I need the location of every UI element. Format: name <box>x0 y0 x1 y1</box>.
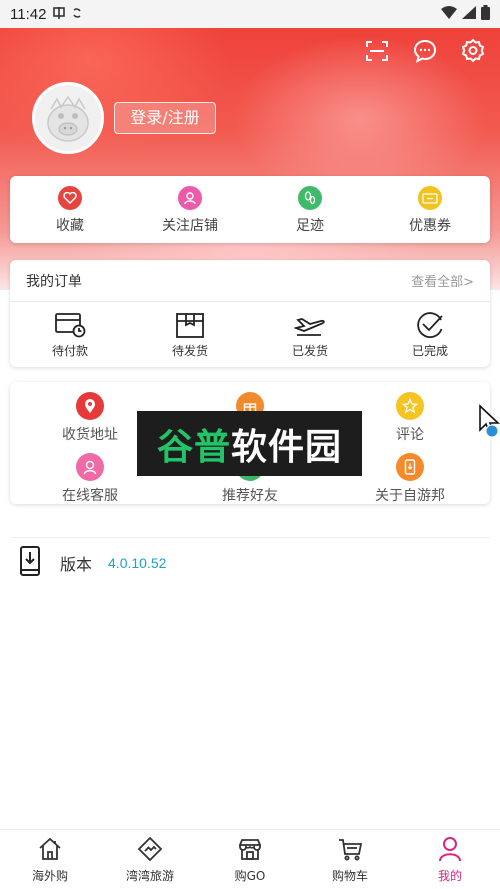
divider <box>10 537 490 538</box>
settings-icon[interactable] <box>460 38 486 64</box>
order-shipped[interactable]: 已发货 <box>250 302 370 366</box>
version-row[interactable]: 版本 4.0.10.52 <box>18 546 166 580</box>
nav-item-cart[interactable]: 购物车 <box>300 830 400 889</box>
download-phone-icon <box>18 545 42 581</box>
sync-icon <box>72 7 82 22</box>
customer-service-icon <box>76 453 104 481</box>
order-pending-shipment[interactable]: 待发货 <box>130 302 250 366</box>
scan-icon[interactable] <box>364 38 390 64</box>
quick-link-label: 关注店铺 <box>162 218 218 234</box>
service-label: 推荐好友 <box>222 488 278 504</box>
order-label: 已完成 <box>411 344 448 358</box>
view-all-orders-link[interactable]: 查看全部> <box>411 271 474 290</box>
mouse-cursor-icon <box>478 404 500 440</box>
message-icon[interactable] <box>412 38 438 64</box>
carrier-icon <box>52 6 66 23</box>
footprint-icon <box>298 186 322 210</box>
nav-label: 海外购 <box>31 869 68 883</box>
order-status-row: 待付款 待发货 已发货 已完成 <box>10 302 490 366</box>
nav-item-mine[interactable]: 我的 <box>400 830 500 889</box>
version-value: 4.0.10.52 <box>108 555 167 571</box>
nav-item-bay-travel[interactable]: 湾湾旅游 <box>100 830 200 889</box>
quick-link-footprints[interactable]: 足迹 <box>250 176 370 243</box>
service-label: 评论 <box>396 427 424 443</box>
order-label: 已发货 <box>291 344 328 358</box>
status-right-icons <box>441 4 490 24</box>
service-label: 在线客服 <box>62 488 118 504</box>
star-icon <box>396 392 424 420</box>
coupon-icon <box>418 186 442 210</box>
profile-icon <box>436 835 464 863</box>
version-label: 版本 <box>60 555 93 574</box>
quick-link-coupons[interactable]: 优惠券 <box>370 176 490 243</box>
phone-info-icon <box>396 453 424 481</box>
diamond-map-icon <box>136 835 164 863</box>
order-label: 待付款 <box>51 344 88 358</box>
location-icon <box>76 392 104 420</box>
nav-item-buy-go[interactable]: 购GO <box>200 830 300 889</box>
order-completed[interactable]: 已完成 <box>370 302 490 366</box>
avatar[interactable] <box>32 82 104 154</box>
quick-link-label: 收藏 <box>56 218 84 234</box>
store-icon <box>236 835 264 863</box>
watermark-text-white: 软件园 <box>231 426 343 468</box>
nav-label: 购物车 <box>331 869 368 883</box>
service-label: 收货地址 <box>62 427 118 443</box>
battery-icon <box>481 4 490 24</box>
signal-icon <box>462 5 476 23</box>
nav-label: 购GO <box>234 869 266 883</box>
quick-links-card: 收藏 关注店铺 足迹 优惠券 <box>10 176 490 243</box>
bottom-navigation: 海外购 湾湾旅游 购GO 购物车 我的 <box>0 829 500 889</box>
profile-page: 11:42 登录/注册 收藏 关注店铺 足迹 优惠券 我的订单 查看全部> 待付… <box>0 0 500 889</box>
service-label: 关于自游邦 <box>375 488 445 504</box>
cart-icon <box>336 835 364 863</box>
check-circle-icon <box>414 311 446 339</box>
wifi-icon <box>441 5 457 23</box>
plane-icon <box>292 311 326 339</box>
nav-item-overseas-shopping[interactable]: 海外购 <box>0 830 100 889</box>
quick-link-label: 优惠券 <box>409 218 451 234</box>
user-follow-icon <box>178 186 202 210</box>
watermark-banner: 谷普 软件园 <box>137 411 362 476</box>
quick-link-followed-shops[interactable]: 关注店铺 <box>130 176 250 243</box>
order-label: 待发货 <box>171 344 208 358</box>
nav-label: 我的 <box>437 869 462 883</box>
status-time: 11:42 <box>10 5 47 23</box>
heart-icon <box>58 186 82 210</box>
home-icon <box>36 835 64 863</box>
header-actions <box>364 38 486 64</box>
quick-link-label: 足迹 <box>296 218 324 234</box>
watermark-text-green: 谷普 <box>156 426 231 468</box>
card-clock-icon <box>54 311 86 339</box>
status-bar: 11:42 <box>0 0 500 28</box>
orders-card: 我的订单 查看全部> 待付款 待发货 已发货 已完成 <box>10 260 490 367</box>
order-pending-payment[interactable]: 待付款 <box>10 302 130 366</box>
orders-title: 我的订单 <box>26 273 82 290</box>
box-icon <box>174 311 206 339</box>
nav-label: 湾湾旅游 <box>125 869 174 883</box>
orders-header: 我的订单 查看全部> <box>10 260 490 302</box>
quick-link-favorites[interactable]: 收藏 <box>10 176 130 243</box>
login-register-button[interactable]: 登录/注册 <box>114 102 216 134</box>
